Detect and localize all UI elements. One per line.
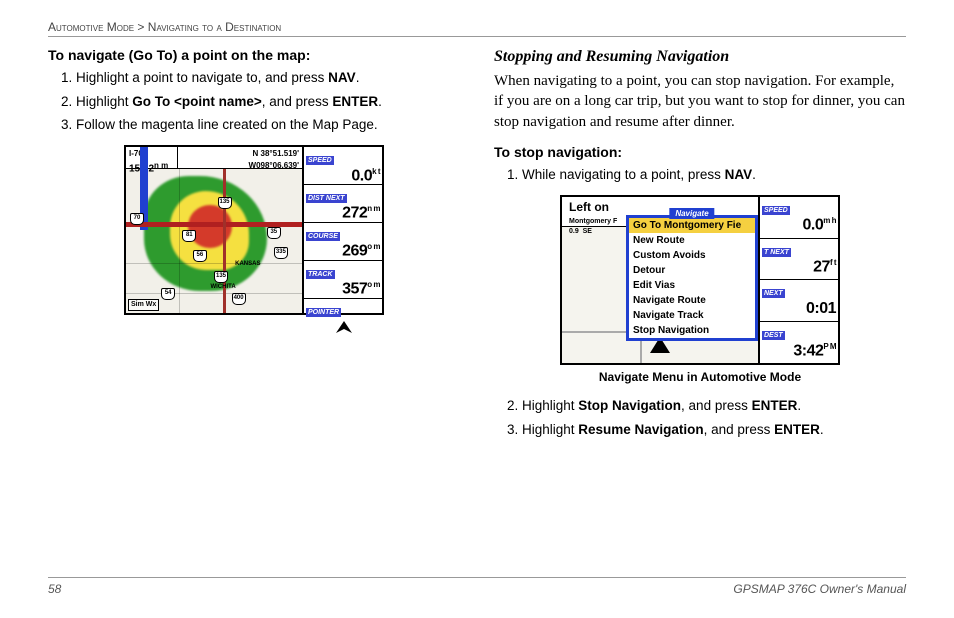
page-number: 58 [48,582,61,596]
figure-nav-menu: Left on Montgomery F 0.9 SE [494,195,906,386]
field-label: POINTER [306,308,341,317]
map-topbar: I-70 155.2n m N 38°51.519' W098°06.639' [126,147,302,169]
menu-item[interactable]: Navigate Track [629,308,755,323]
breadcrumb-section: Automotive Mode [48,20,134,34]
field-label: COURSE [306,232,340,241]
list-item: Highlight Go To <point name>, and press … [76,92,460,112]
field-label: TRACK [306,270,335,279]
menu-item[interactable]: New Route [629,233,755,248]
menu-item[interactable]: Edit Vias [629,278,755,293]
page-footer: 58 GPSMAP 376C Owner's Manual [48,577,906,596]
map-label: KANSAS [235,260,260,269]
left-column: To navigate (Go To) a point on the map: … [48,45,460,449]
list-item: Highlight Resume Navigation, and press E… [522,420,906,440]
field-label: DEST [762,331,785,340]
manual-title: GPSMAP 376C Owner's Manual [733,582,906,596]
pointer-arrow-icon [306,319,380,335]
field-label: SPEED [306,156,334,165]
shield-icon: 135 [214,271,228,283]
highway-line [126,222,302,227]
shield-icon: 400 [232,293,246,305]
navigate-menu[interactable]: Navigate Go To Montgomery Fie New Route … [626,215,758,341]
menu-item[interactable]: Detour [629,263,755,278]
menu-item[interactable]: Stop Navigation [629,323,755,338]
data-fields: SPEED0.0k t DIST NEXT272n m COURSE269o m… [304,147,382,313]
steps-list: Highlight Stop Navigation, and press ENT… [494,396,906,439]
menu-item[interactable]: Custom Avoids [629,248,755,263]
body-text: When navigating to a point, you can stop… [494,71,906,132]
breadcrumb-sub: Navigating to a Destination [148,20,281,34]
list-item: Highlight Stop Navigation, and press ENT… [522,396,906,416]
field-label: T NEXT [762,248,791,257]
task-heading: To stop navigation: [494,142,906,162]
menu-item[interactable]: Navigate Route [629,293,755,308]
gps-screenshot-map: I-70 155.2n m N 38°51.519' W098°06.639' [124,145,384,315]
shield-icon: 54 [161,288,175,300]
shield-icon: 335 [274,247,288,259]
shield-icon: 135 [218,197,232,209]
field-label: SPEED [762,206,790,215]
shield-icon: 70 [130,213,144,225]
steps-list: Highlight a point to navigate to, and pr… [48,68,460,135]
list-item: While navigating to a point, press NAV. [522,165,906,185]
menu-item[interactable]: Go To Montgomery Fie [629,218,755,233]
right-column: Stopping and Resuming Navigation When na… [494,45,906,449]
map-label: WICHITA [210,283,235,292]
map-pane: I-70 155.2n m N 38°51.519' W098°06.639' [126,147,304,313]
gps-screenshot-nav-menu: Left on Montgomery F 0.9 SE [560,195,840,365]
task-heading: To navigate (Go To) a point on the map: [48,45,460,65]
map-pane: Left on Montgomery F 0.9 SE [562,197,760,363]
field-label: NEXT [762,289,785,298]
list-item: Follow the magenta line created on the M… [76,115,460,135]
steps-list: While navigating to a point, press NAV. [494,165,906,185]
sim-wx-badge: Sim Wx [128,299,159,311]
shield-icon: 81 [182,230,196,242]
shield-icon: 35 [267,227,281,239]
data-fields: SPEED0.0m h T NEXT27f t NEXT0:01 DEST3:4… [760,197,838,363]
section-heading: Stopping and Resuming Navigation [494,45,906,68]
list-item: Highlight a point to navigate to, and pr… [76,68,460,88]
figure-map: I-70 155.2n m N 38°51.519' W098°06.639' [48,145,460,315]
breadcrumb: Automotive Mode > Navigating to a Destin… [48,20,906,37]
figure-caption: Navigate Menu in Automotive Mode [599,369,801,386]
shield-icon: 56 [193,250,207,262]
menu-title: Navigate [669,208,714,220]
field-label: DIST NEXT [306,194,347,203]
